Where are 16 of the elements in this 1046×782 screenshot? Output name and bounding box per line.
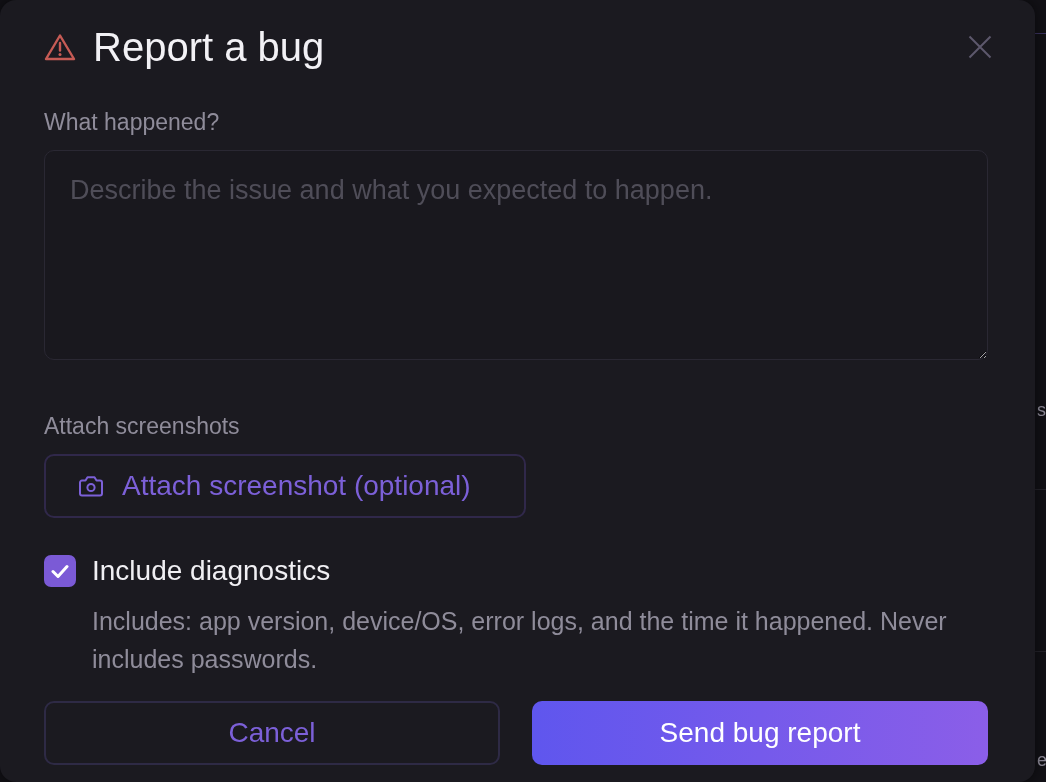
description-field[interactable]: Describe the issue and what you expected to happen. xyxy=(44,150,988,360)
dialog-title: Report a bug xyxy=(93,25,325,69)
camera-icon xyxy=(78,475,104,497)
attach-screenshot-button[interactable]: Attach screenshot (optional) xyxy=(44,454,526,518)
background-text: e xyxy=(1036,749,1046,771)
close-icon xyxy=(968,35,992,59)
cancel-button[interactable]: Cancel xyxy=(44,701,500,765)
background-text: s xyxy=(1036,399,1046,421)
checkbox-label: Include diagnostics xyxy=(92,555,331,587)
warning-icon xyxy=(44,33,76,61)
checkmark-icon xyxy=(51,563,69,579)
field-label: Attach screenshots xyxy=(44,412,241,440)
help-text: Includes: app version, device/OS, error logs, and the time it happened. Never includes passwords. xyxy=(92,606,948,675)
checkbox[interactable] xyxy=(44,555,76,587)
send-button[interactable]: Send bug report xyxy=(532,701,988,765)
field-label: What happened? xyxy=(44,108,221,136)
